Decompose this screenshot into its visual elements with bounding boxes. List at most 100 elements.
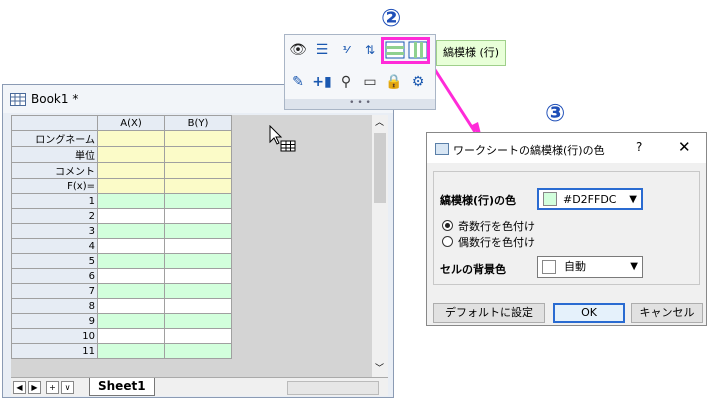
default-button[interactable]: デフォルトに設定	[433, 303, 545, 323]
cell[interactable]	[164, 130, 232, 147]
horizontal-scrollbar[interactable]	[287, 381, 379, 395]
row-header[interactable]: 6	[11, 268, 98, 284]
cell[interactable]	[97, 178, 165, 194]
scroll-up-icon[interactable]: ︿	[375, 115, 384, 128]
sheet-list-icon[interactable]: ∨	[61, 381, 74, 394]
cell[interactable]	[164, 313, 232, 329]
dialog-titlebar[interactable]: ワークシートの縞模様(行)の色 ? ✕	[427, 133, 706, 163]
fraction-fx-icon[interactable]: ⅟	[337, 41, 355, 59]
sheet-tab-bar: ◀ ▶ + ∨ Sheet1	[11, 377, 388, 396]
radio-odd-label[interactable]: 奇数行を色付け	[458, 218, 535, 234]
gear-icon[interactable]: ⚙	[409, 73, 427, 91]
cell[interactable]	[97, 193, 165, 209]
tab-sheet1[interactable]: Sheet1	[89, 378, 155, 396]
cell[interactable]	[97, 130, 165, 147]
row-header[interactable]: 7	[11, 283, 98, 299]
column-header-a[interactable]: A(X)	[97, 115, 165, 131]
chevron-down-icon: ▼	[629, 194, 637, 205]
tab-next-icon[interactable]: ▶	[28, 381, 41, 394]
worksheet-toolbar: 👁 ☰ ⅟ ⇅ ✎ +▮ ⚲ ▭ 🔒 ⚙ • • •	[284, 34, 436, 110]
radio-odd-rows[interactable]	[442, 220, 453, 231]
row-header[interactable]: 9	[11, 313, 98, 329]
label-row-header[interactable]: ロングネーム	[11, 130, 98, 147]
column-header-b[interactable]: B(Y)	[164, 115, 232, 131]
help-icon[interactable]: ?	[636, 140, 642, 154]
cell[interactable]	[164, 193, 232, 209]
add-sheet-icon[interactable]: +	[46, 381, 59, 394]
cell[interactable]	[97, 343, 165, 359]
worksheet-grid[interactable]: A(X) B(Y) ロングネーム 単位 コメント F(x)= 1 2 3 4 5…	[11, 115, 372, 377]
cell[interactable]	[164, 328, 232, 344]
lock-icon[interactable]: 🔒	[385, 73, 403, 91]
vertical-scroll-thumb[interactable]	[374, 133, 386, 203]
tooltip-row-stripe: 縞模様 (行)	[436, 40, 506, 66]
row-header[interactable]: 2	[11, 208, 98, 224]
scroll-down-icon[interactable]: ﹀	[375, 361, 384, 374]
vertical-scrollbar[interactable]: ︿ ﹀	[372, 115, 388, 377]
toolbar-grip[interactable]: • • •	[285, 99, 435, 109]
stripe-color-label: 縞模様(行)の色	[440, 194, 517, 207]
stripe-buttons-highlight	[381, 37, 430, 64]
workbook-icon	[10, 93, 26, 106]
cell[interactable]	[164, 283, 232, 299]
corner-cell[interactable]	[11, 115, 98, 131]
chevron-down-icon: ▼	[630, 261, 638, 272]
ok-button[interactable]: OK	[553, 303, 625, 323]
cell[interactable]	[97, 283, 165, 299]
row-header[interactable]: 4	[11, 238, 98, 254]
cell[interactable]	[97, 238, 165, 254]
stripe-color-value: #D2FFDC	[563, 193, 617, 206]
cell[interactable]	[164, 162, 232, 179]
dialog-close-icon[interactable]: ✕	[678, 138, 691, 156]
cell[interactable]	[97, 162, 165, 179]
row-header[interactable]: 10	[11, 328, 98, 344]
row-header[interactable]: 1	[11, 193, 98, 209]
cell-bg-label: セルの背景色	[440, 263, 506, 276]
search-icon[interactable]: ⚲	[337, 73, 355, 91]
eye-icon[interactable]: 👁	[289, 41, 307, 59]
cell[interactable]	[97, 268, 165, 284]
tab-first-icon[interactable]: ◀	[13, 381, 26, 394]
label-row-header[interactable]: コメント	[11, 162, 98, 179]
cancel-button[interactable]: キャンセル	[631, 303, 703, 323]
label-row-header[interactable]: 単位	[11, 146, 98, 163]
cell[interactable]	[97, 328, 165, 344]
book-title: Book1 *	[31, 92, 79, 106]
row-header[interactable]: 3	[11, 223, 98, 239]
marker-pen-icon[interactable]: ✎	[289, 73, 307, 91]
cell[interactable]	[97, 313, 165, 329]
radio-even-label[interactable]: 偶数行を色付け	[458, 234, 535, 250]
cell[interactable]	[164, 298, 232, 314]
stripe-color-swatch	[543, 192, 557, 206]
book-window[interactable]: Book1 * ─ □ ✕ A(X) B(Y) ロングネーム 単位 コメント F…	[2, 84, 394, 398]
comment-icon[interactable]: ▭	[361, 73, 379, 91]
cell-bg-value: 自動	[564, 260, 586, 273]
worksheet-table[interactable]: A(X) B(Y) ロングネーム 単位 コメント F(x)= 1 2 3 4 5…	[11, 115, 232, 359]
label-row-header[interactable]: F(x)=	[11, 178, 98, 194]
cell[interactable]	[164, 208, 232, 224]
cell[interactable]	[164, 223, 232, 239]
cell[interactable]	[164, 268, 232, 284]
row-header[interactable]: 11	[11, 343, 98, 359]
add-column-icon[interactable]: +▮	[312, 73, 331, 91]
list-icon[interactable]: ☰	[313, 41, 331, 59]
cell[interactable]	[97, 253, 165, 269]
cell[interactable]	[97, 298, 165, 314]
cell[interactable]	[97, 208, 165, 224]
stripe-color-dialog: ワークシートの縞模様(行)の色 ? ✕ 縞模様(行)の色 #D2FFDC ▼ 奇…	[426, 132, 707, 326]
sort-icon[interactable]: ⇅	[361, 41, 379, 59]
cell[interactable]	[164, 178, 232, 194]
cell[interactable]	[97, 223, 165, 239]
cell-bg-combo[interactable]: 自動 ▼	[537, 256, 643, 278]
cell[interactable]	[164, 146, 232, 163]
row-header[interactable]: 5	[11, 253, 98, 269]
stripe-color-combo[interactable]: #D2FFDC ▼	[537, 188, 643, 210]
cell[interactable]	[97, 146, 165, 163]
cell[interactable]	[164, 253, 232, 269]
cell[interactable]	[164, 343, 232, 359]
cell[interactable]	[164, 238, 232, 254]
radio-even-rows[interactable]	[442, 236, 453, 247]
cell-bg-swatch	[542, 260, 556, 274]
dialog-app-icon	[435, 143, 449, 155]
row-header[interactable]: 8	[11, 298, 98, 314]
